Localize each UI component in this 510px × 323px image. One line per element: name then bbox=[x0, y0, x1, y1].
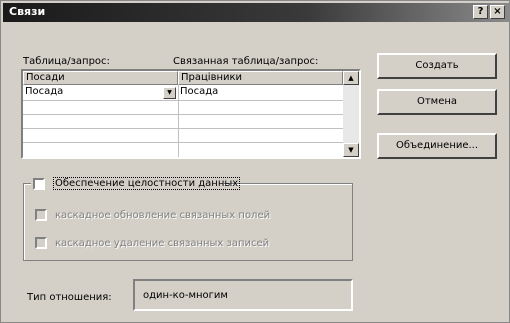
related-table-query-label: Связанная таблица/запрос: bbox=[173, 56, 319, 67]
create-button[interactable]: Создать bbox=[377, 53, 497, 79]
relationships-dialog: Связи ? × Таблица/запрос: Связанная табл… bbox=[0, 0, 510, 323]
relationship-type-label: Тип отношения: bbox=[27, 292, 112, 303]
cascade-delete-label: каскадное удаление связанных записей bbox=[55, 238, 270, 249]
table-query-label: Таблица/запрос: bbox=[23, 56, 110, 67]
enforce-integrity-checkbox[interactable] bbox=[33, 178, 45, 190]
field-grid: Посади Працівники Посада ▼ Посада ▲ ▼ bbox=[21, 69, 361, 159]
integrity-group bbox=[23, 183, 353, 261]
cancel-button[interactable]: Отмена bbox=[377, 89, 497, 115]
grid-cell-related-field[interactable]: Посада bbox=[178, 86, 343, 100]
grid-column-divider bbox=[178, 85, 179, 157]
title-bar[interactable]: Связи ? × bbox=[3, 3, 509, 22]
scroll-up-icon[interactable]: ▲ bbox=[343, 71, 359, 85]
grid-header-related: Працівники bbox=[178, 71, 343, 85]
grid-row-divider bbox=[23, 114, 343, 115]
grid-cell-table-field[interactable]: Посада bbox=[23, 86, 163, 100]
cascade-delete-checkbox[interactable] bbox=[35, 237, 47, 249]
grid-row-divider bbox=[23, 142, 343, 143]
grid-row-divider bbox=[23, 128, 343, 129]
help-button[interactable]: ? bbox=[473, 5, 488, 19]
dropdown-arrow-icon[interactable]: ▼ bbox=[163, 87, 176, 99]
integrity-row[interactable]: Обеспечение целостности данных bbox=[31, 177, 241, 191]
relationship-type-field: один-ко-многим bbox=[133, 279, 353, 311]
dialog-title: Связи bbox=[9, 5, 46, 18]
scroll-down-icon[interactable]: ▼ bbox=[343, 143, 359, 157]
grid-scrollbar[interactable]: ▲ ▼ bbox=[343, 71, 359, 157]
close-button[interactable]: × bbox=[490, 5, 505, 19]
grid-row-divider bbox=[23, 100, 343, 101]
relationship-type-value: один-ко-многим bbox=[143, 290, 228, 301]
cascade-update-checkbox[interactable] bbox=[35, 209, 47, 221]
enforce-integrity-label[interactable]: Обеспечение целостности данных bbox=[53, 177, 241, 190]
grid-header-table: Посади bbox=[23, 71, 178, 85]
cascade-update-label: каскадное обновление связанных полей bbox=[55, 210, 271, 221]
join-type-button[interactable]: Объединение... bbox=[377, 133, 497, 159]
